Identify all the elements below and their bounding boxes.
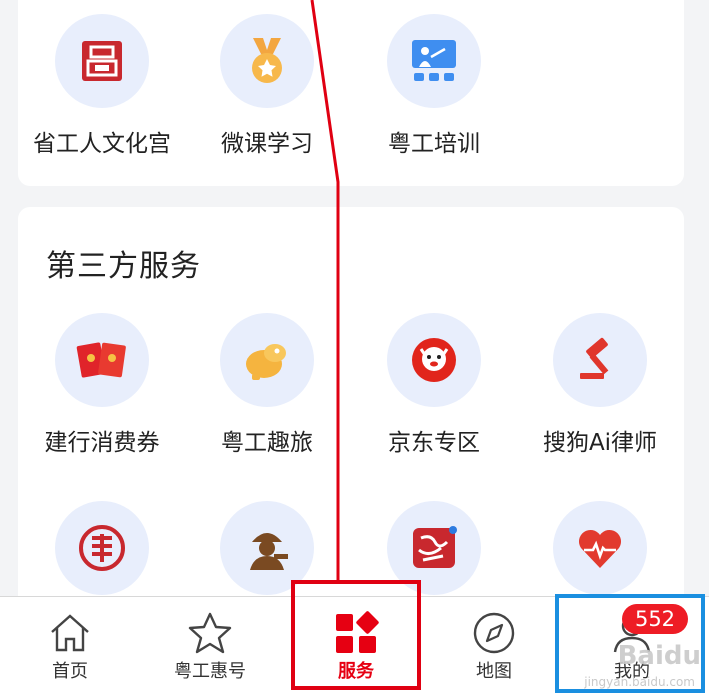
watermark-url: jingyan.baidu.com (584, 675, 695, 689)
annotation-arrow-line (310, 0, 340, 582)
watermark-logo: Baidu (617, 641, 701, 671)
highlight-services-box (291, 580, 421, 690)
